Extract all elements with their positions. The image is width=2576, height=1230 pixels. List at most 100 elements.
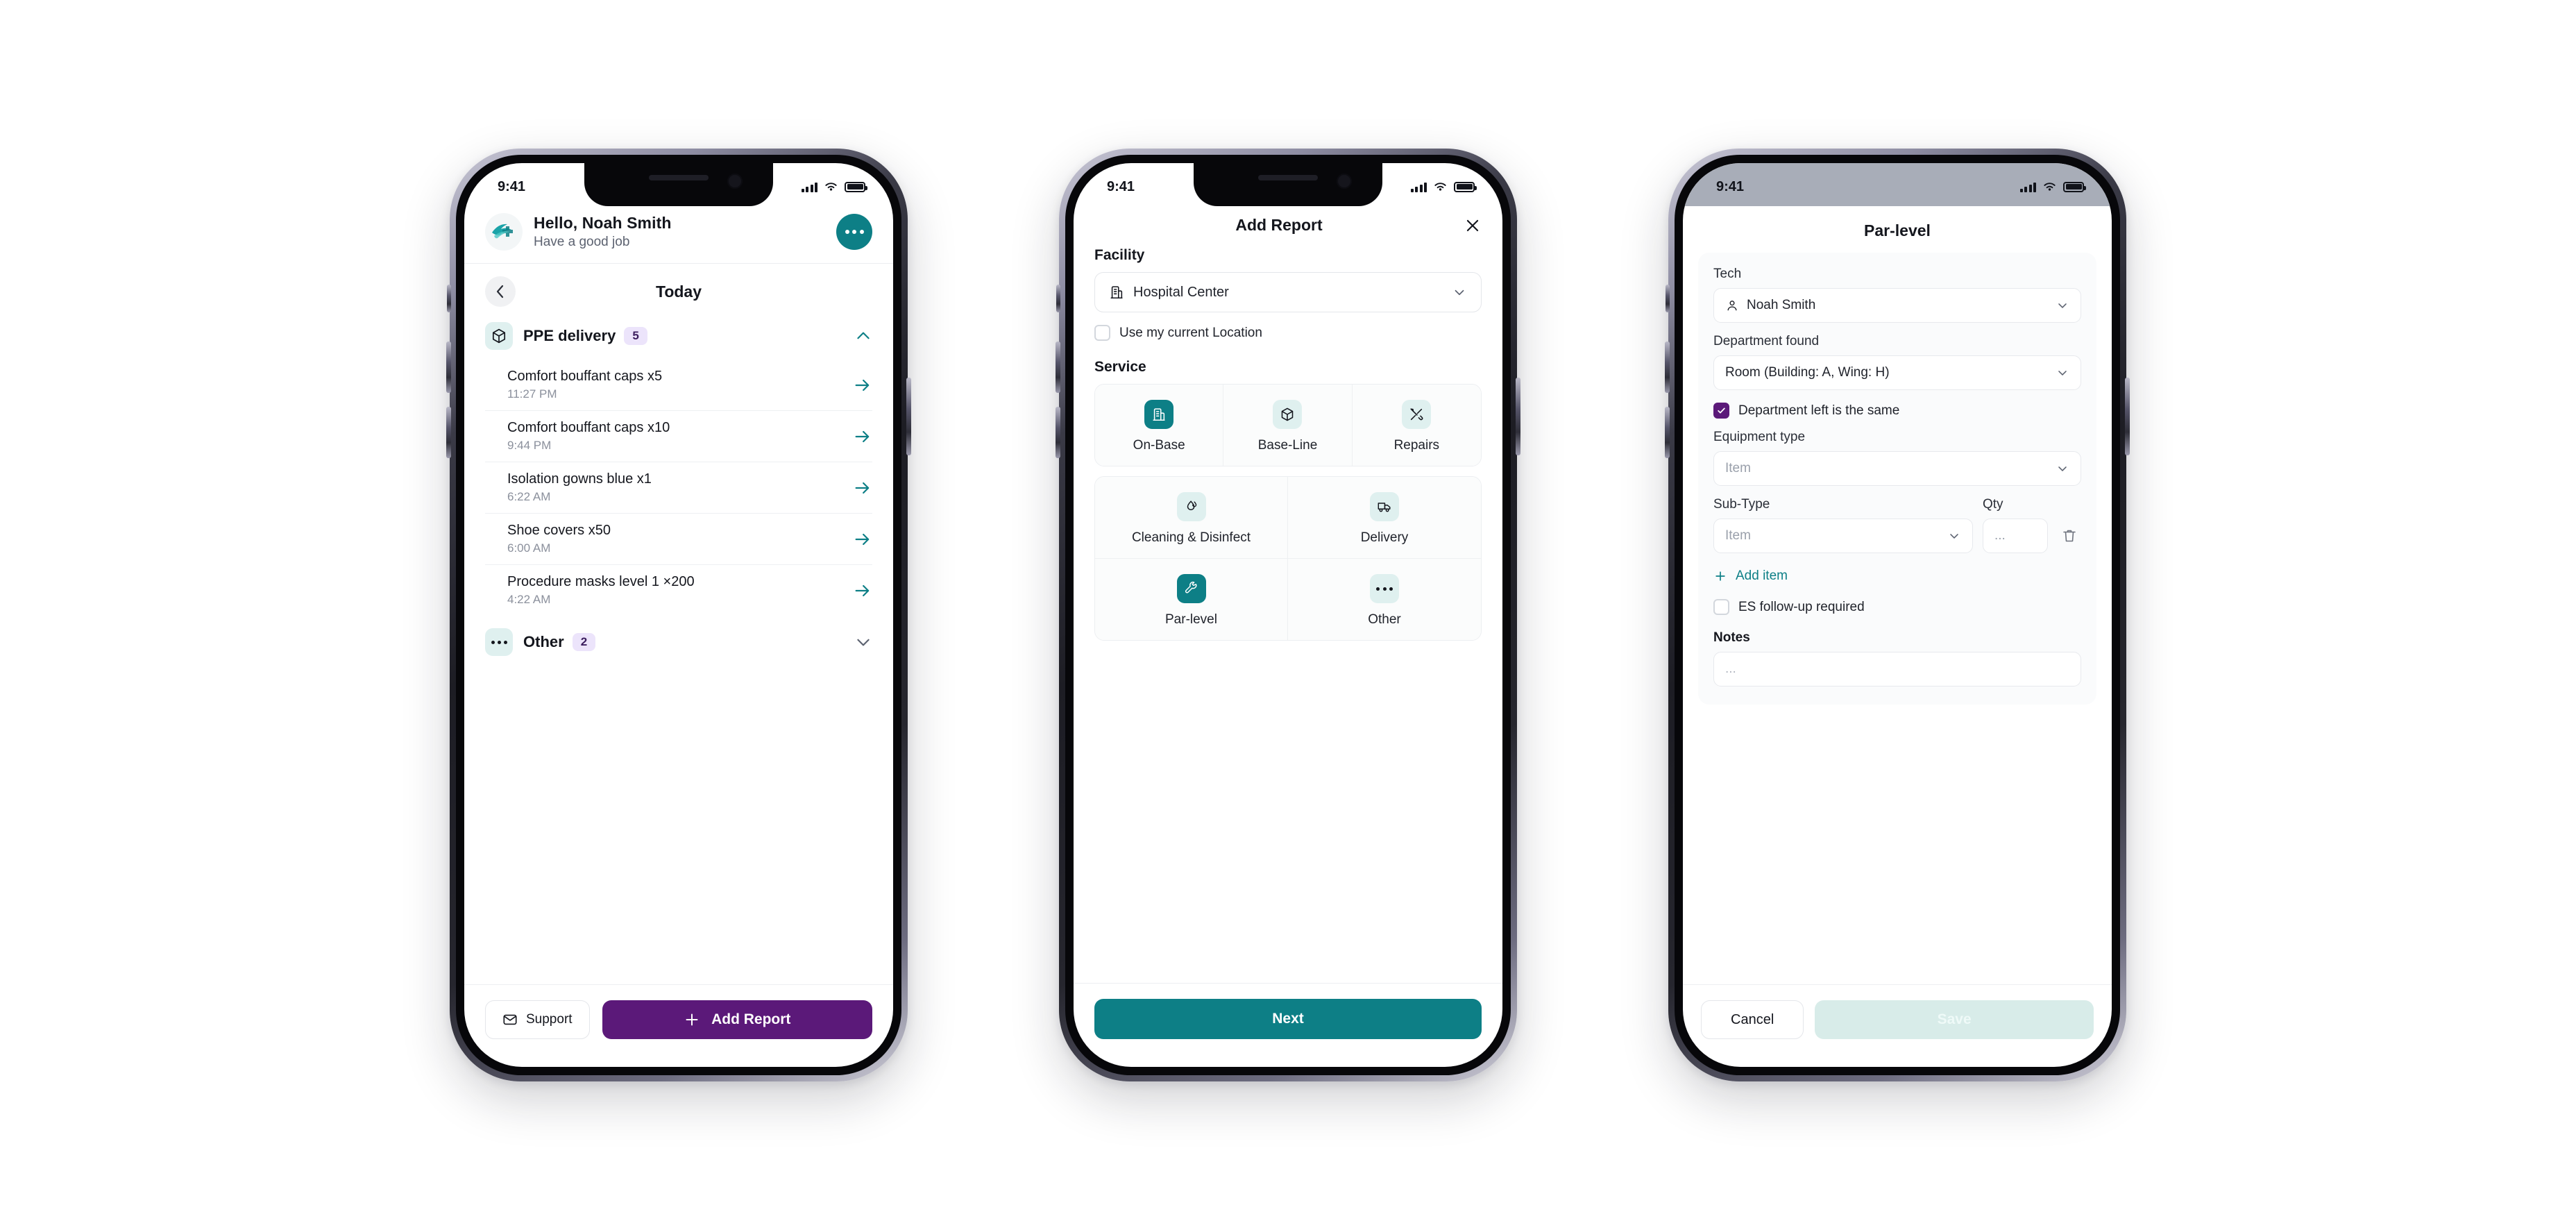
cancel-button[interactable]: Cancel (1701, 1000, 1804, 1039)
trash-icon[interactable] (2061, 528, 2078, 544)
building-icon (1144, 400, 1174, 429)
arrow-right-icon[interactable] (853, 478, 872, 498)
battery-icon (845, 181, 867, 192)
arrow-right-icon[interactable] (853, 581, 872, 600)
add-report-button[interactable]: Add Report (602, 1000, 872, 1039)
task-time: 9:44 PM (507, 439, 552, 452)
add-item-button[interactable]: Add item (1713, 568, 2081, 584)
service-option-repairs[interactable]: Repairs (1352, 385, 1481, 466)
equipment-type-label: Equipment type (1713, 430, 1806, 444)
power-button[interactable] (1516, 378, 1520, 455)
use-location-checkbox[interactable] (1094, 325, 1110, 341)
service-option-cleaning-disinfect[interactable]: Cleaning & Disinfect (1095, 477, 1288, 559)
volume-up-button[interactable] (1056, 342, 1060, 393)
task-row[interactable]: Procedure masks level 1 ×200 4:22 AM (485, 565, 872, 616)
building-icon (1110, 286, 1123, 299)
phone-mockup-stage: 9:41 Hello, Noah Smith Have a good job T… (0, 0, 2576, 1230)
app-logo-icon (485, 213, 523, 251)
volume-down-button[interactable] (446, 407, 451, 458)
volume-up-button[interactable] (446, 342, 451, 393)
power-button[interactable] (906, 378, 911, 455)
department-same-checkbox[interactable] (1713, 403, 1729, 419)
es-followup-checkbox-row[interactable]: ES follow-up required (1713, 599, 2081, 615)
silent-switch[interactable] (1056, 285, 1060, 312)
service-name: On-Base (1133, 438, 1185, 453)
chevron-down-icon (2058, 303, 2067, 308)
check-icon (1718, 407, 1725, 414)
group-header-ppe-delivery[interactable]: PPE delivery 5 (464, 318, 893, 360)
task-title: Comfort bouffant caps x5 (507, 369, 663, 384)
equipment-type-placeholder: Item (1725, 461, 1751, 475)
tech-select[interactable]: Noah Smith (1713, 288, 2081, 323)
tech-value: Noah Smith (1747, 298, 1816, 312)
use-location-label: Use my current Location (1119, 325, 1262, 340)
task-row[interactable]: Shoe covers x50 6:00 AM (485, 514, 872, 565)
truck-icon (1370, 492, 1399, 521)
task-row[interactable]: Comfort bouffant caps x5 11:27 PM (485, 360, 872, 411)
arrow-right-icon[interactable] (853, 376, 872, 395)
chevron-down-icon (1455, 289, 1464, 296)
cellular-signal-icon (2019, 182, 2036, 192)
sub-type-label: Sub-Type (1713, 497, 1770, 512)
service-option-other[interactable]: Other (1288, 559, 1481, 640)
volume-down-button[interactable] (1056, 407, 1060, 458)
equipment-type-select[interactable]: Item (1713, 451, 2081, 486)
silent-switch[interactable] (1666, 285, 1670, 312)
modal-header: Add Report (1074, 206, 1502, 247)
task-title: Procedure masks level 1 ×200 (507, 574, 695, 589)
battery-icon (2063, 181, 2086, 192)
notes-input[interactable]: ... (1713, 652, 2081, 686)
next-button[interactable]: Next (1094, 999, 1482, 1039)
facility-select[interactable]: Hospital Center (1094, 272, 1482, 312)
silent-switch[interactable] (447, 285, 451, 312)
more-options-icon[interactable] (836, 214, 872, 250)
save-label: Save (1937, 1011, 1972, 1027)
group-header-other[interactable]: Other 2 (464, 616, 893, 666)
wifi-icon (2044, 182, 2056, 191)
tools-icon (1402, 400, 1432, 429)
sub-type-qty-row: Sub-Type Item Qty ... (1713, 497, 2081, 553)
chevron-down-icon[interactable] (854, 633, 872, 651)
service-option-on-base[interactable]: On-Base (1095, 385, 1224, 466)
package-icon (485, 322, 513, 350)
qty-input[interactable]: ... (1983, 519, 2048, 553)
task-time: 6:22 AM (507, 490, 551, 503)
group-name: Other (523, 633, 564, 650)
service-option-delivery[interactable]: Delivery (1288, 477, 1481, 559)
task-row[interactable]: Isolation gowns blue x1 6:22 AM (485, 462, 872, 514)
phone-2-frame: 9:41 Add Report Facility Hospital Center… (1056, 149, 1520, 1081)
chevron-down-icon (1950, 534, 1958, 539)
cellular-signal-icon (801, 182, 817, 192)
greeting-subtitle: Have a good job (534, 235, 630, 249)
phone-2-footer: Next (1074, 983, 1502, 1067)
use-location-checkbox-row[interactable]: Use my current Location (1094, 325, 1482, 341)
service-option-base-line[interactable]: Base-Line (1223, 385, 1353, 466)
department-found-value: Room (Building: A, Wing: H) (1725, 365, 1890, 380)
group-name: PPE delivery (523, 327, 616, 344)
arrow-right-icon[interactable] (853, 427, 872, 446)
department-same-checkbox-row[interactable]: Department left is the same (1713, 403, 2081, 419)
volume-up-button[interactable] (1665, 342, 1670, 393)
sub-type-select[interactable]: Item (1713, 519, 1973, 553)
facility-label: Facility (1094, 247, 1145, 263)
save-button: Save (1815, 1000, 2094, 1039)
chevron-up-icon[interactable] (854, 327, 872, 345)
close-icon[interactable] (1464, 217, 1482, 235)
droplet-icon (1176, 492, 1206, 521)
task-row[interactable]: Comfort bouffant caps x10 9:44 PM (485, 411, 872, 462)
wifi-icon (825, 182, 837, 191)
status-time: 9:41 (498, 178, 526, 194)
next-label: Next (1272, 1011, 1304, 1027)
power-button[interactable] (2125, 378, 2130, 455)
volume-down-button[interactable] (1665, 407, 1670, 458)
support-button[interactable]: Support (485, 1000, 590, 1039)
service-grid-row-1: On-Base Base-Line Repairs (1094, 384, 1482, 466)
department-found-select[interactable]: Room (Building: A, Wing: H) (1713, 355, 2081, 390)
group-count-badge: 5 (624, 327, 647, 345)
es-followup-checkbox[interactable] (1713, 599, 1729, 615)
status-bar-phone-1: 9:41 (464, 163, 893, 206)
task-title: Isolation gowns blue x1 (507, 471, 652, 487)
arrow-right-icon[interactable] (853, 530, 872, 549)
service-option-par-level[interactable]: Par-level (1095, 559, 1288, 640)
service-grid-row-2: Cleaning & Disinfect Delivery Par-level … (1094, 476, 1482, 641)
